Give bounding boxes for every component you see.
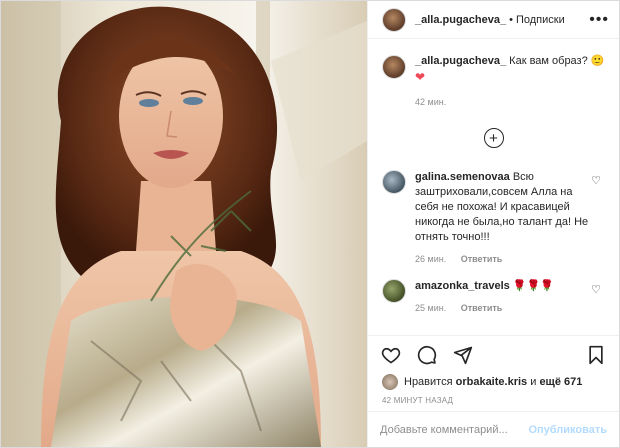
- commenter-avatar[interactable]: [382, 279, 406, 303]
- likes-count[interactable]: ещё 671: [539, 376, 582, 388]
- liker-avatar[interactable]: [382, 374, 398, 390]
- commenter-username[interactable]: amazonka_travels: [415, 280, 510, 292]
- likes-prefix: Нравится: [404, 376, 453, 388]
- liker-username[interactable]: orbakaite.kris: [456, 376, 528, 388]
- comment-body: amazonka_travels 🌹🌹🌹 25 мин. Ответить: [415, 279, 590, 316]
- post-side-panel: _alla.pugacheva_ • Подписки ••• _alla.pu…: [367, 1, 619, 447]
- add-comment-bar: Опубликовать: [368, 411, 619, 447]
- caption-time: 42 мин.: [415, 97, 447, 107]
- plus-circle-icon[interactable]: +: [483, 128, 504, 148]
- likes-conj: и: [530, 376, 537, 388]
- caption-body: _alla.pugacheva_ Как вам образ? 🙂 ❤ 42 м…: [415, 53, 604, 110]
- header-separator: •: [509, 13, 513, 26]
- caption: _alla.pugacheva_ Как вам образ? 🙂 ❤ 42 м…: [382, 53, 605, 110]
- more-options-icon[interactable]: •••: [589, 11, 609, 29]
- bookmark-icon[interactable]: [585, 344, 607, 366]
- action-bar: [368, 335, 619, 373]
- post-header: _alla.pugacheva_ • Подписки •••: [368, 1, 619, 39]
- comment-item: galina.semenovaa Всю заштриховали,совсем…: [382, 170, 605, 267]
- reply-button[interactable]: Ответить: [461, 254, 503, 264]
- post-photo[interactable]: [1, 1, 367, 447]
- comment-like-heart-icon[interactable]: ♡: [591, 174, 601, 187]
- share-icon[interactable]: [452, 344, 474, 366]
- publish-button[interactable]: Опубликовать: [528, 424, 607, 436]
- instagram-post: _alla.pugacheva_ • Подписки ••• _alla.pu…: [0, 0, 620, 448]
- comment-time: 26 мин.: [415, 254, 447, 264]
- author-username[interactable]: _alla.pugacheva_: [415, 14, 506, 26]
- following-button[interactable]: Подписки: [516, 14, 565, 26]
- likes-row: Нравится orbakaite.kris и ещё 671: [368, 373, 619, 391]
- commenter-avatar[interactable]: [382, 170, 406, 194]
- author-avatar[interactable]: [382, 7, 406, 32]
- comment-text: 🌹🌹🌹: [512, 280, 554, 292]
- heart-icon[interactable]: [380, 344, 402, 366]
- reply-button[interactable]: Ответить: [461, 303, 503, 313]
- comment-like-heart-icon[interactable]: ♡: [591, 283, 601, 296]
- comment-meta: 26 мин. Ответить: [415, 252, 590, 267]
- post-timestamp: 42 МИНУТ НАЗАД: [382, 396, 454, 405]
- commenter-username[interactable]: galina.semenovaa: [415, 171, 510, 183]
- comment-input[interactable]: [380, 423, 529, 436]
- comment-time: 25 мин.: [415, 303, 447, 313]
- caption-username[interactable]: _alla.pugacheva_: [415, 55, 506, 67]
- comment-body: galina.semenovaa Всю заштриховали,совсем…: [415, 170, 590, 267]
- caption-text: Как вам образ? 🙂: [509, 55, 605, 67]
- comment-item: amazonka_travels 🌹🌹🌹 25 мин. Ответить ♡: [382, 279, 605, 316]
- portrait-image: [1, 1, 367, 447]
- comment-meta: 25 мин. Ответить: [415, 301, 590, 316]
- caption-avatar[interactable]: [382, 55, 406, 79]
- comment-icon[interactable]: [416, 344, 438, 366]
- comments-section: _alla.pugacheva_ Как вам образ? 🙂 ❤ 42 м…: [368, 39, 619, 335]
- red-heart-emoji-icon: ❤: [415, 70, 426, 84]
